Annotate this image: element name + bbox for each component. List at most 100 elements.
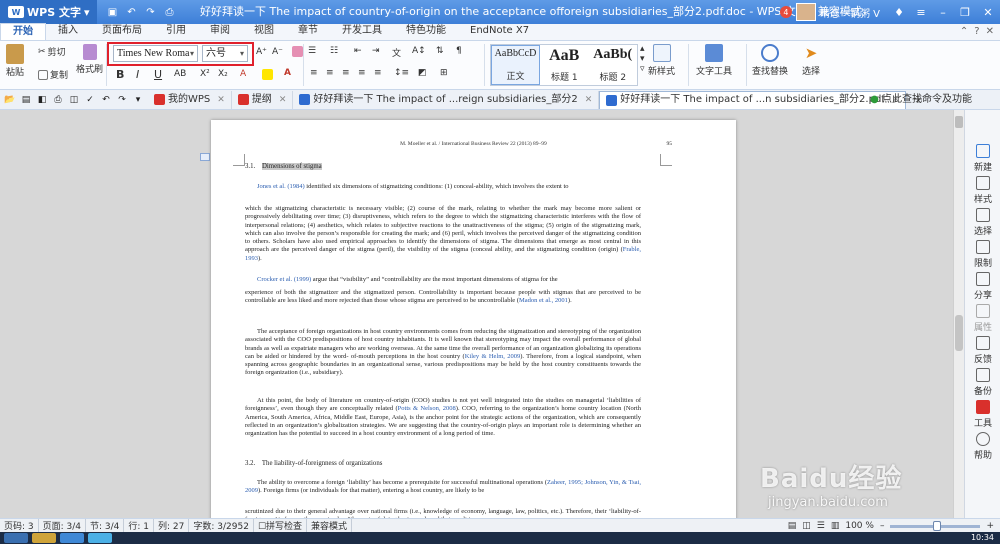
panel-help[interactable]: 帮助	[965, 432, 1000, 461]
redo-icon[interactable]: ↷	[116, 94, 128, 106]
format-painter-button[interactable]: 格式刷	[76, 44, 103, 75]
zoom-out-button[interactable]: –	[880, 521, 885, 531]
underline-button[interactable]: U	[154, 68, 162, 81]
font-size-select[interactable]: 六号 ▾	[202, 45, 248, 62]
avatar[interactable]	[795, 3, 816, 21]
start-button[interactable]	[4, 533, 28, 543]
close-button[interactable]: ✕	[976, 0, 1000, 24]
preview-icon[interactable]: ◫	[68, 94, 80, 106]
undo-icon[interactable]: ↶	[100, 94, 112, 106]
borders-button[interactable]: ⊞	[440, 68, 448, 78]
panel-restrict[interactable]: 限制	[965, 240, 1000, 269]
panel-properties[interactable]: 属性	[965, 304, 1000, 333]
tab-endnote[interactable]: EndNote X7	[458, 23, 541, 40]
align-left-button[interactable]: ≡	[310, 68, 318, 78]
zoom-in-button[interactable]: +	[986, 521, 994, 531]
numbering-button[interactable]: ☷	[330, 46, 338, 56]
styles-scroll[interactable]: ▴ ▾ ▿	[640, 44, 645, 74]
taskbar-app[interactable]	[32, 533, 56, 543]
close-tab-icon[interactable]: ✕	[585, 91, 593, 109]
copy-button[interactable]: 复制	[38, 68, 68, 81]
zoom-slider[interactable]	[890, 520, 981, 531]
strikethrough-button[interactable]: AB	[174, 69, 186, 79]
open-icon[interactable]: 📂	[4, 94, 16, 106]
skin-icon[interactable]: ♦	[888, 0, 910, 24]
status-words[interactable]: 字数: 3/2952	[189, 519, 254, 532]
tab-view[interactable]: 视图	[242, 23, 286, 40]
panel-select[interactable]: 选择	[965, 208, 1000, 237]
justify-button[interactable]: ≡	[358, 68, 366, 78]
paste-button[interactable]: 粘贴	[6, 44, 24, 78]
show-marks-button[interactable]: ¶	[456, 46, 462, 56]
subscript-button[interactable]: X₂	[218, 69, 228, 79]
print-icon[interactable]: ⎙	[162, 5, 176, 19]
user-name[interactable]: 晴恋一锅粥 V	[820, 5, 880, 20]
style-normal[interactable]: AaBbCcD 正文	[491, 45, 540, 85]
text-effect-button[interactable]: A	[240, 69, 246, 79]
pdf-icon[interactable]: ◧	[36, 94, 48, 106]
text-tools-button[interactable]: 文字工具	[696, 44, 732, 77]
line-spacing-button[interactable]: ↕≡	[394, 68, 409, 78]
tab-document-1[interactable]: 好好拜读一下 The impact of ...reign subsidiari…	[293, 90, 600, 109]
notification-badge[interactable]: 4	[779, 6, 792, 18]
tab-developer[interactable]: 开发工具	[330, 23, 394, 40]
status-spell-check[interactable]: ☐拼写检查	[254, 519, 308, 532]
style-heading-1[interactable]: AaB 标题 1	[540, 45, 589, 85]
chinese-layout-button[interactable]: 文	[392, 46, 401, 59]
tab-my-wps[interactable]: 我的WPS ✕	[148, 90, 232, 109]
select-button[interactable]: ➤ 选择	[802, 44, 820, 77]
view-normal-icon[interactable]: ▤	[788, 521, 797, 531]
new-doc-icon[interactable]: ▤	[20, 94, 32, 106]
panel-feedback[interactable]: 反馈	[965, 336, 1000, 365]
panel-share[interactable]: 分享	[965, 272, 1000, 301]
new-style-button[interactable]: 新样式	[648, 44, 675, 77]
align-right-button[interactable]: ≡	[342, 68, 350, 78]
panel-tools[interactable]: 工具	[965, 400, 1000, 429]
superscript-button[interactable]: X²	[200, 69, 210, 79]
font-name-select[interactable]: Times New Roma ▾	[113, 45, 198, 62]
ribbon-close-icon[interactable]: ✕	[986, 26, 994, 37]
panel-backup[interactable]: 备份	[965, 368, 1000, 397]
command-search[interactable]: ● 点此查找命令及功能	[870, 90, 972, 110]
bullets-button[interactable]: ☰	[308, 46, 316, 56]
zoom-level[interactable]: 100 %	[845, 521, 874, 531]
scroll-up-button[interactable]	[955, 116, 963, 128]
save-icon[interactable]: ▣	[105, 5, 119, 19]
redo-icon[interactable]: ↷	[143, 5, 157, 19]
shading-button[interactable]: ◩	[418, 68, 427, 78]
italic-button[interactable]: I	[136, 68, 139, 81]
scrollbar-thumb[interactable]	[955, 315, 963, 351]
panel-style[interactable]: 样式	[965, 176, 1000, 205]
restore-button[interactable]: ❐	[954, 0, 976, 24]
tab-page-layout[interactable]: 页面布局	[90, 23, 154, 40]
close-tab-icon[interactable]: ✕	[217, 91, 225, 109]
undo-icon[interactable]: ↶	[124, 5, 138, 19]
cut-button[interactable]: ✂ 剪切	[38, 45, 66, 59]
panel-new[interactable]: 新建	[965, 144, 1000, 173]
vertical-scrollbar[interactable]	[953, 110, 964, 518]
minimize-button[interactable]: –	[932, 0, 954, 24]
decrease-indent-button[interactable]: ⇤	[354, 46, 362, 56]
taskbar-app[interactable]	[60, 533, 84, 543]
grow-font-button[interactable]: A⁺	[256, 47, 267, 57]
view-read-icon[interactable]: ▥	[831, 521, 840, 531]
comment-marker-icon[interactable]	[200, 153, 210, 161]
shrink-font-button[interactable]: A⁻	[272, 47, 283, 57]
text-direction-button[interactable]: A↕	[412, 46, 426, 56]
font-color-button[interactable]: A	[284, 68, 291, 78]
align-center-button[interactable]: ≡	[326, 68, 334, 78]
clear-format-button[interactable]	[292, 46, 303, 57]
sort-button[interactable]: ⇅	[436, 46, 444, 56]
tab-features[interactable]: 特色功能	[394, 23, 458, 40]
menu-icon[interactable]: ≡	[910, 0, 932, 24]
close-tab-icon[interactable]: ✕	[279, 91, 287, 109]
tab-review[interactable]: 审阅	[198, 23, 242, 40]
document-page[interactable]: M. Moeller et al. / International Busine…	[211, 120, 736, 518]
tab-document-2[interactable]: 好好拜读一下 The impact of ...n subsidiaries_部…	[599, 90, 907, 109]
view-web-icon[interactable]: ◫	[802, 521, 811, 531]
status-page[interactable]: 页码: 3	[0, 519, 39, 532]
tab-references[interactable]: 引用	[154, 23, 198, 40]
tab-chapter[interactable]: 章节	[286, 23, 330, 40]
zoom-slider-thumb[interactable]	[933, 520, 942, 531]
taskbar-app[interactable]	[88, 533, 112, 543]
